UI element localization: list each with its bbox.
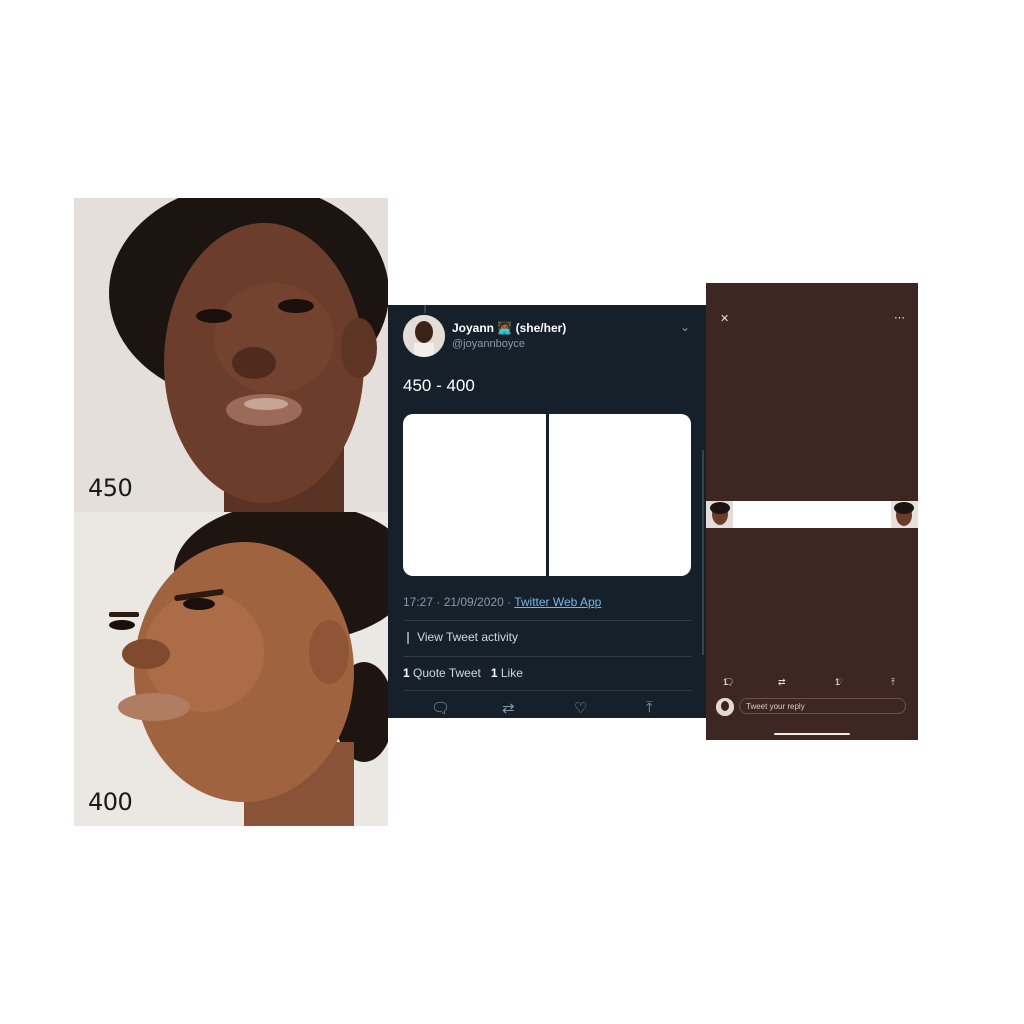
- quote-label[interactable]: Quote Tweet: [410, 666, 481, 680]
- tweet-media: [403, 414, 691, 576]
- home-indicator: [774, 733, 850, 735]
- viewer-image-strip[interactable]: [706, 501, 918, 528]
- reply-icon[interactable]: 🗨: [431, 699, 450, 717]
- divider: [403, 690, 692, 691]
- bar-chart-icon: ❙: [403, 630, 414, 644]
- thumbnail-left-image: [706, 501, 733, 528]
- reply-avatar: [716, 698, 734, 716]
- portrait-450-image: [74, 198, 388, 512]
- user-handle[interactable]: @joyannboyce: [452, 338, 525, 350]
- shade-label-450: 450: [88, 474, 133, 502]
- like-count: 1: [490, 666, 498, 680]
- divider: [403, 620, 692, 621]
- shade-photo-450: 450: [74, 198, 388, 512]
- tweet-meta: 17:27 · 21/09/2020 · Twitter Web App: [403, 595, 601, 609]
- like-label[interactable]: Like: [498, 666, 523, 680]
- reply-avatar-image: [716, 698, 734, 716]
- quote-count: 1: [403, 666, 410, 680]
- avatar-image: [403, 315, 445, 357]
- chevron-down-icon[interactable]: ⌄: [680, 320, 690, 334]
- media-image-right[interactable]: [548, 414, 691, 576]
- tweet-source-link[interactable]: Twitter Web App: [514, 595, 601, 609]
- photo-viewer: ✕ ⋯ 🗨 1 ⇄ ♡ 1 ⤒ Tweet your reply: [706, 283, 918, 740]
- portrait-400-image: [74, 512, 388, 826]
- viewer-like-count: 1: [835, 677, 841, 687]
- user-avatar[interactable]: [403, 315, 445, 357]
- scrollbar[interactable]: [702, 450, 704, 655]
- thumbnail-left[interactable]: [706, 501, 733, 528]
- divider: [403, 656, 692, 657]
- shade-label-400: 400: [88, 788, 133, 816]
- like-icon[interactable]: ♡: [574, 699, 587, 717]
- close-icon[interactable]: ✕: [720, 312, 729, 325]
- tweet-timestamp: 17:27 · 21/09/2020 ·: [403, 595, 515, 609]
- media-image-left[interactable]: [403, 414, 546, 576]
- reply-row: Tweet your reply: [716, 698, 908, 716]
- user-display-name[interactable]: Joyann 👩🏾‍💻 (she/her): [452, 321, 566, 335]
- tweet-card: Joyann 👩🏾‍💻 (she/her) @joyannboyce ⌄ 450…: [388, 305, 707, 718]
- share-icon[interactable]: ⤒: [891, 677, 895, 688]
- retweet-icon[interactable]: ⇄: [778, 677, 786, 688]
- tweet-stats: 1 Quote Tweet 1 Like: [403, 666, 523, 680]
- tweet-actions: 🗨 ⇄ ♡ ⤒: [388, 699, 707, 719]
- more-icon[interactable]: ⋯: [894, 311, 905, 324]
- viewer-reply-count: 1: [723, 677, 729, 687]
- view-tweet-activity[interactable]: ❙ View Tweet activity: [403, 630, 518, 644]
- shade-photo-400: 400: [74, 512, 388, 826]
- share-icon[interactable]: ⤒: [646, 699, 653, 716]
- thread-line: [424, 305, 426, 313]
- thumbnail-right[interactable]: [891, 501, 918, 528]
- retweet-icon[interactable]: ⇄: [502, 699, 515, 717]
- tweet-text: 450 - 400: [403, 376, 475, 395]
- viewer-actions: 🗨 1 ⇄ ♡ 1 ⤒: [706, 677, 918, 693]
- thumbnail-right-image: [891, 501, 918, 528]
- activity-label: View Tweet activity: [417, 630, 518, 644]
- reply-input[interactable]: Tweet your reply: [739, 698, 906, 714]
